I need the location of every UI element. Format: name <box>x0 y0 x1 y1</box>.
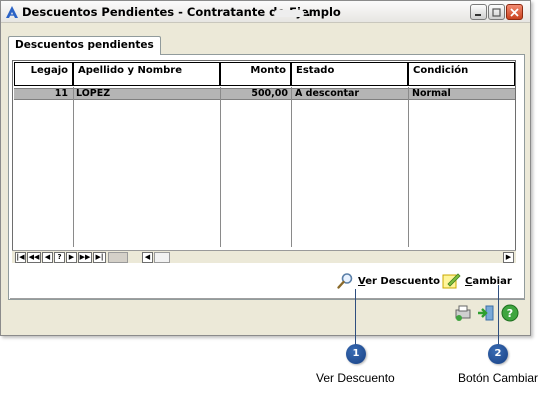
redacted-title-part <box>274 10 304 17</box>
horizontal-scrollbar-track[interactable] <box>154 252 170 263</box>
column-divider <box>73 87 74 247</box>
exit-icon[interactable] <box>476 303 496 323</box>
nav-next-button[interactable]: ▶ <box>66 252 77 263</box>
column-header-nombre[interactable]: Apellido y Nombre <box>73 62 220 86</box>
cambiar-label: Cambiar <box>465 275 512 287</box>
column-header-condicion[interactable]: Condición <box>408 62 515 86</box>
callout-label-ver-descuento: Ver Descuento <box>316 371 395 385</box>
callout-badge-1: 1 <box>346 344 366 364</box>
nav-next-page-button[interactable]: ▶▶ <box>78 252 92 263</box>
cambiar-button[interactable]: Cambiar <box>441 271 512 291</box>
scroll-right-button[interactable]: ▶ <box>503 252 514 263</box>
column-header-legajo[interactable]: Legajo <box>14 62 73 86</box>
table-row[interactable]: 11 LOPEZ 500,00 A descontar Normal <box>14 88 515 100</box>
scroll-left-button[interactable]: ◀ <box>142 252 153 263</box>
callout-line <box>498 285 499 345</box>
column-divider <box>408 87 409 247</box>
callout-line <box>355 289 356 345</box>
minimize-button[interactable] <box>470 4 487 20</box>
magnifier-icon <box>337 273 353 289</box>
ver-descuento-label: Ver Descuento <box>358 275 441 287</box>
window-title-suffix: . <box>306 5 311 19</box>
tab-descuentos-pendientes[interactable]: Descuentos pendientes <box>8 36 161 55</box>
minimize-icon <box>475 13 481 16</box>
maximize-button[interactable] <box>488 4 505 20</box>
cell-condicion: Normal <box>412 88 451 99</box>
record-navigator: |◀ ◀◀ ◀ ? ▶ ▶▶ ▶| ◀ ▶ <box>12 250 516 263</box>
column-divider <box>291 87 292 247</box>
column-header-estado[interactable]: Estado <box>291 62 408 86</box>
nav-first-button[interactable]: |◀ <box>15 252 26 263</box>
edit-note-icon <box>442 273 461 289</box>
column-divider <box>220 87 221 247</box>
svg-text:?: ? <box>507 307 513 320</box>
ver-descuento-button[interactable]: Ver Descuento <box>336 271 440 291</box>
cell-nombre: LOPEZ <box>76 88 111 99</box>
cell-monto: 500,00 <box>251 88 288 99</box>
scrollbar-thumb[interactable] <box>108 252 128 263</box>
callout-label-boton-cambiar: Botón Cambiar <box>458 371 539 385</box>
print-icon[interactable] <box>453 303 473 323</box>
close-icon <box>510 7 519 17</box>
nav-prev-button[interactable]: ◀ <box>42 252 53 263</box>
nav-search-button[interactable]: ? <box>54 252 65 263</box>
callout-badge-2: 2 <box>488 344 508 364</box>
divider <box>10 298 525 299</box>
app-logo-icon <box>6 6 18 18</box>
cell-legajo: 11 <box>54 88 68 99</box>
main-window: Descuentos Pendientes - Contratante de E… <box>0 0 531 336</box>
help-icon[interactable]: ? <box>500 303 520 323</box>
close-button[interactable] <box>506 4 523 20</box>
nav-last-button[interactable]: ▶| <box>93 252 106 263</box>
descuentos-table[interactable]: Legajo Apellido y Nombre Monto Estado Co… <box>12 60 516 263</box>
title-bar[interactable]: Descuentos Pendientes - Contratante de E… <box>1 1 530 23</box>
cell-estado: A descontar <box>295 88 360 99</box>
nav-prev-page-button[interactable]: ◀◀ <box>27 252 41 263</box>
column-header-monto[interactable]: Monto <box>220 62 291 86</box>
maximize-icon <box>492 7 501 17</box>
